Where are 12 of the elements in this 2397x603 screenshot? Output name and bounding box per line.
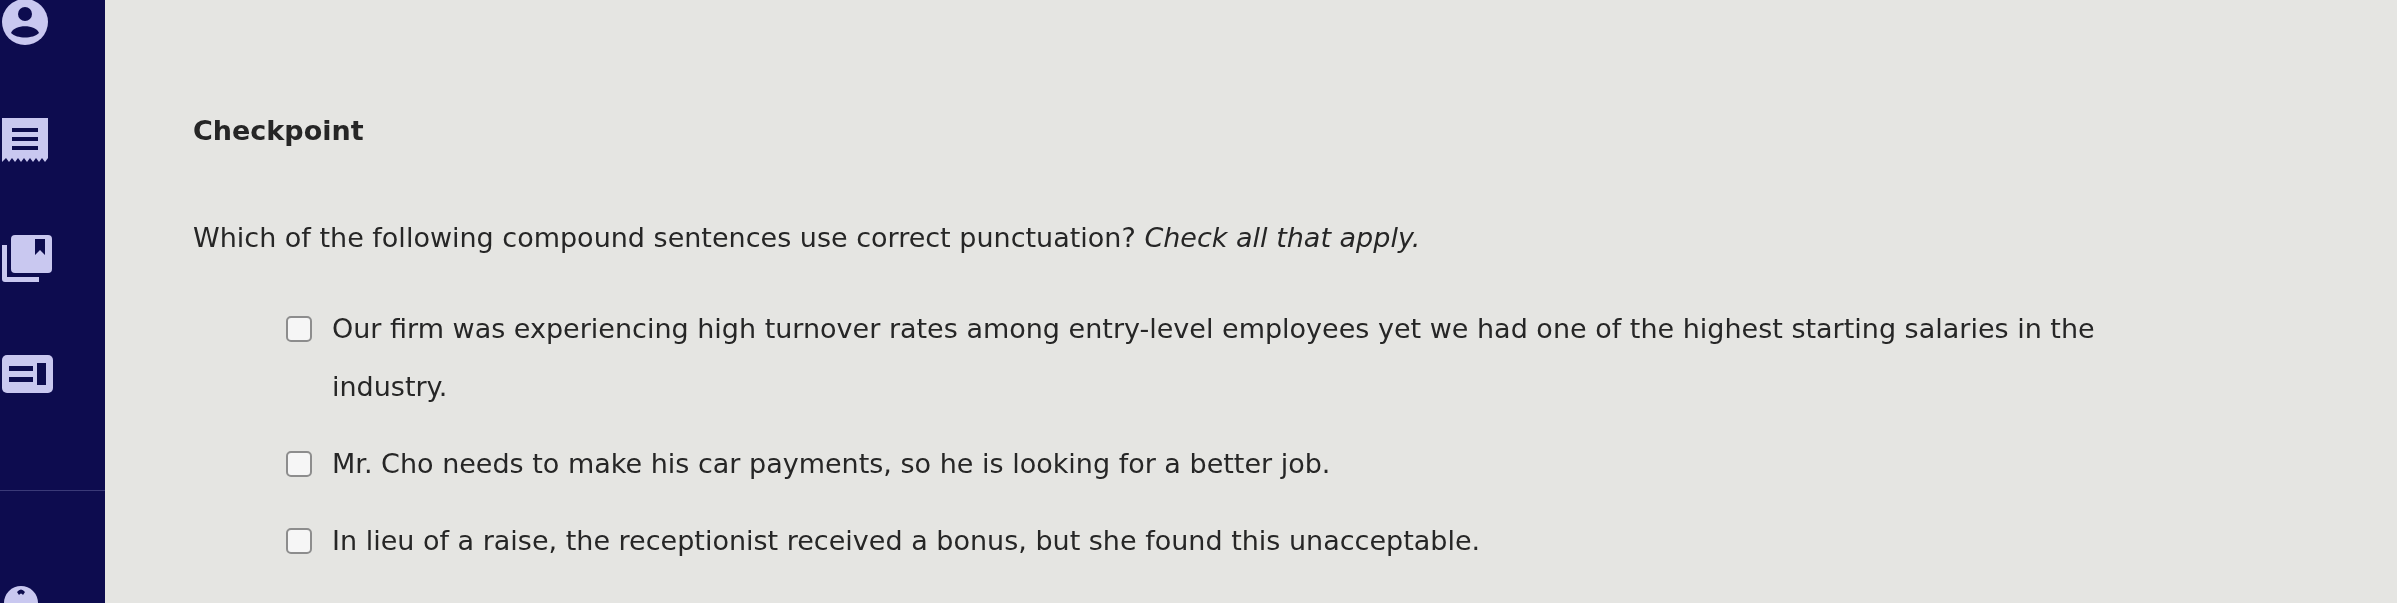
checkbox[interactable] xyxy=(286,316,312,342)
option-label[interactable]: In lieu of a raise, the receptionist received a bonus, but she found this unacceptable. xyxy=(332,512,1481,570)
user-icon[interactable] xyxy=(2,0,48,45)
checkbox[interactable] xyxy=(286,528,312,554)
list-icon[interactable] xyxy=(2,118,48,162)
panel-icon[interactable] xyxy=(2,355,53,393)
option-label[interactable]: Our firm was experiencing high turnover rates among entry-level employees yet we had one of the highest starting salaries in the industry. xyxy=(332,300,2132,416)
checkbox[interactable] xyxy=(286,451,312,477)
page-title: Checkpoint xyxy=(193,114,365,148)
option-label[interactable]: Mr. Cho needs to make his car payments, so he is looking for a better job. xyxy=(332,435,1331,493)
stacked-cards-icon[interactable] xyxy=(2,235,52,282)
question-text: Which of the following compound sentences use correct punctuation? Check all that apply. xyxy=(193,221,1422,255)
